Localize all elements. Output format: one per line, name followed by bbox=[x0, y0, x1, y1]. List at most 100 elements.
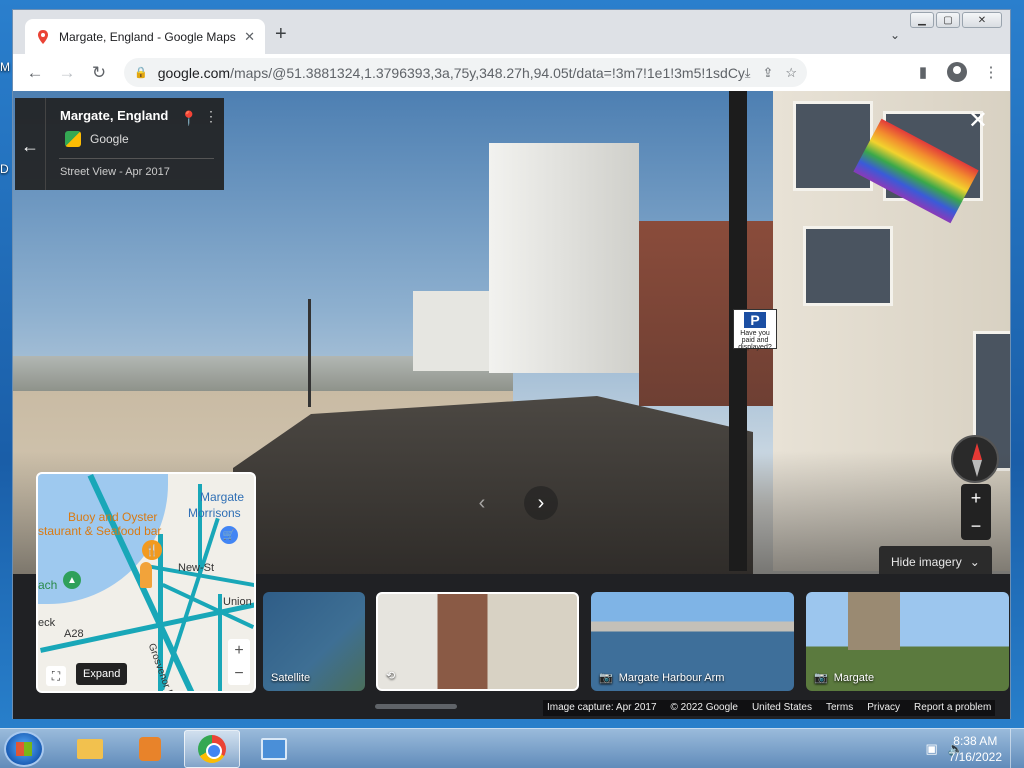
restaurant-icon[interactable]: 🍴 bbox=[142, 540, 162, 560]
double-chevron-down-icon: ⌄ bbox=[969, 555, 980, 569]
zoom-control: + − bbox=[961, 484, 991, 540]
show-desktop-button[interactable] bbox=[1010, 729, 1024, 768]
window bbox=[803, 226, 893, 306]
strip-scrollbar[interactable] bbox=[375, 704, 457, 709]
street-view-date[interactable]: Street View - Apr 2017 bbox=[60, 166, 170, 178]
country-link[interactable]: United States bbox=[752, 702, 812, 714]
camera-icon: 📷 bbox=[599, 672, 613, 684]
desktop-icon-label: M bbox=[0, 60, 10, 74]
expand-tooltip: Expand bbox=[76, 663, 128, 685]
thumbnail-label-text: Margate Harbour Arm bbox=[618, 671, 725, 684]
pan-right-arrow-icon[interactable]: › bbox=[524, 486, 558, 520]
mini-map[interactable]: Margate Morrisons Buoy and Oyster staura… bbox=[36, 472, 256, 693]
imagery-provider: Google bbox=[90, 132, 129, 146]
map-label-eck: eck bbox=[38, 617, 56, 629]
window-controls: ▁ ▢ ✕ bbox=[910, 12, 1002, 28]
report-problem-link[interactable]: Report a problem bbox=[914, 702, 991, 714]
taskbar-media-player[interactable] bbox=[122, 730, 178, 768]
place-title[interactable]: Margate, England bbox=[60, 108, 168, 123]
desktop-icon-label: D bbox=[0, 162, 9, 176]
lock-icon[interactable]: 🔒 bbox=[134, 66, 148, 79]
minimize-button[interactable]: ▁ bbox=[910, 12, 934, 28]
pegman-icon[interactable] bbox=[140, 562, 152, 588]
more-options-icon[interactable]: ⋮ bbox=[204, 108, 218, 125]
url-text: google.com/maps/@51.3881324,1.3796393,3a… bbox=[158, 65, 745, 81]
bookmark-star-icon[interactable]: ☆ bbox=[785, 65, 797, 81]
browser-window: Margate, England - Google Maps ✕ + ⌄ ▁ ▢… bbox=[12, 9, 1011, 719]
thumbnail-margate-harbour-arm[interactable]: 📷 Margate Harbour Arm bbox=[591, 592, 794, 691]
thumbnail-margate[interactable]: 📷 Margate bbox=[806, 592, 1009, 691]
parking-sign: P Have you paid and displayed? bbox=[733, 309, 777, 351]
google-logo-icon bbox=[65, 131, 81, 147]
hide-imagery-label: Hide imagery bbox=[891, 555, 962, 569]
shopping-cart-icon[interactable]: 🛒 bbox=[220, 526, 238, 544]
taskbar: ▣ 🔈 8:38 AM 7/16/2022 bbox=[0, 728, 1024, 768]
terms-link[interactable]: Terms bbox=[826, 702, 853, 714]
copyright: © 2022 Google bbox=[670, 702, 738, 713]
mini-map-zoom-in-button[interactable]: + bbox=[228, 639, 250, 662]
forward-button[interactable]: → bbox=[51, 57, 83, 89]
compass-icon[interactable] bbox=[951, 435, 999, 483]
map-road bbox=[218, 594, 222, 691]
map-label-morrisons: Morrisons bbox=[188, 506, 241, 520]
maximize-button[interactable]: ▢ bbox=[936, 12, 960, 28]
start-button[interactable] bbox=[4, 731, 44, 767]
menu-kebab-icon[interactable]: ⋮ bbox=[978, 58, 1004, 86]
back-arrow-icon[interactable]: ← bbox=[21, 136, 39, 157]
thumbnail-label: 📷 Margate bbox=[814, 671, 875, 685]
tower bbox=[848, 592, 900, 650]
divider bbox=[59, 158, 214, 159]
address-bar[interactable]: 🔒 google.com/maps/@51.3881324,1.3796393,… bbox=[124, 58, 807, 87]
thumbnail-label-text: Margate bbox=[833, 671, 875, 684]
map-label-union: Union C bbox=[223, 596, 254, 608]
reload-button[interactable]: ↻ bbox=[83, 57, 115, 89]
mini-map-zoom-out-button[interactable]: − bbox=[228, 662, 250, 685]
expand-icon[interactable]: ⛶ bbox=[46, 666, 66, 686]
install-app-icon[interactable]: ⤓ bbox=[745, 65, 751, 81]
clock[interactable]: 8:38 AM 7/16/2022 bbox=[949, 733, 1002, 765]
divider bbox=[45, 98, 46, 190]
chrome-icon bbox=[198, 735, 226, 763]
url-path: /maps/@51.3881324,1.3796393,3a,75y,348.2… bbox=[230, 64, 745, 81]
thumbnail-street-view[interactable]: ⟲ bbox=[376, 592, 579, 691]
attribution-footer: Image capture: Apr 2017 © 2022 Google Un… bbox=[543, 700, 996, 716]
image-capture-date: Image capture: Apr 2017 bbox=[547, 702, 657, 713]
mini-map-zoom: + − bbox=[228, 639, 250, 685]
browser-toolbar: ← → ↻ 🔒 google.com/maps/@51.3881324,1.37… bbox=[13, 54, 1010, 91]
map-label-a28: A28 bbox=[64, 628, 84, 640]
tab-google-maps[interactable]: Margate, England - Google Maps ✕ bbox=[25, 19, 265, 54]
clock-date: 7/16/2022 bbox=[948, 750, 1002, 764]
side-panel-icon[interactable]: ▮ bbox=[910, 58, 936, 86]
map-label-restaurant: staurant & Seafood bar bbox=[38, 524, 162, 538]
taskbar-network-app[interactable] bbox=[246, 730, 302, 768]
rotate-360-icon: ⟲ bbox=[386, 670, 396, 682]
avatar bbox=[947, 62, 967, 82]
zoom-out-button[interactable]: − bbox=[961, 512, 991, 540]
taskbar-file-explorer[interactable] bbox=[62, 730, 118, 768]
profile-button[interactable] bbox=[944, 58, 970, 86]
privacy-link[interactable]: Privacy bbox=[867, 702, 900, 714]
parking-letter: P bbox=[744, 312, 766, 328]
zoom-in-button[interactable]: + bbox=[961, 484, 991, 512]
new-tab-button[interactable]: + bbox=[275, 24, 287, 44]
thumbnail-label: Satellite bbox=[271, 672, 311, 684]
map-label-margate: Margate bbox=[200, 490, 245, 504]
location-pin-icon[interactable]: 📍 bbox=[180, 110, 197, 127]
street-view-panorama[interactable]: P Have you paid and displayed? ← Margate,… bbox=[13, 91, 1010, 719]
clock-time: 8:38 AM bbox=[953, 734, 998, 748]
tab-close-icon[interactable]: ✕ bbox=[244, 29, 255, 45]
pan-left-arrow-icon[interactable]: ‹ bbox=[465, 486, 499, 520]
close-window-button[interactable]: ✕ bbox=[962, 12, 1002, 28]
park-icon[interactable]: ▲ bbox=[63, 571, 81, 589]
thumbnail-satellite[interactable]: Satellite bbox=[263, 592, 365, 691]
network-icon[interactable]: ▣ bbox=[926, 741, 938, 757]
share-icon[interactable]: ⇪ bbox=[762, 65, 773, 81]
roof bbox=[233, 396, 753, 576]
white-building bbox=[489, 143, 639, 373]
map-label-buoy-and-oyster: Buoy and Oyster bbox=[68, 510, 158, 524]
camera-icon: 📷 bbox=[814, 672, 828, 684]
close-street-view-icon[interactable]: ✕ bbox=[968, 109, 988, 133]
tab-search-chevron-icon[interactable]: ⌄ bbox=[890, 28, 900, 42]
back-button[interactable]: ← bbox=[19, 57, 51, 89]
taskbar-chrome[interactable] bbox=[184, 730, 240, 768]
